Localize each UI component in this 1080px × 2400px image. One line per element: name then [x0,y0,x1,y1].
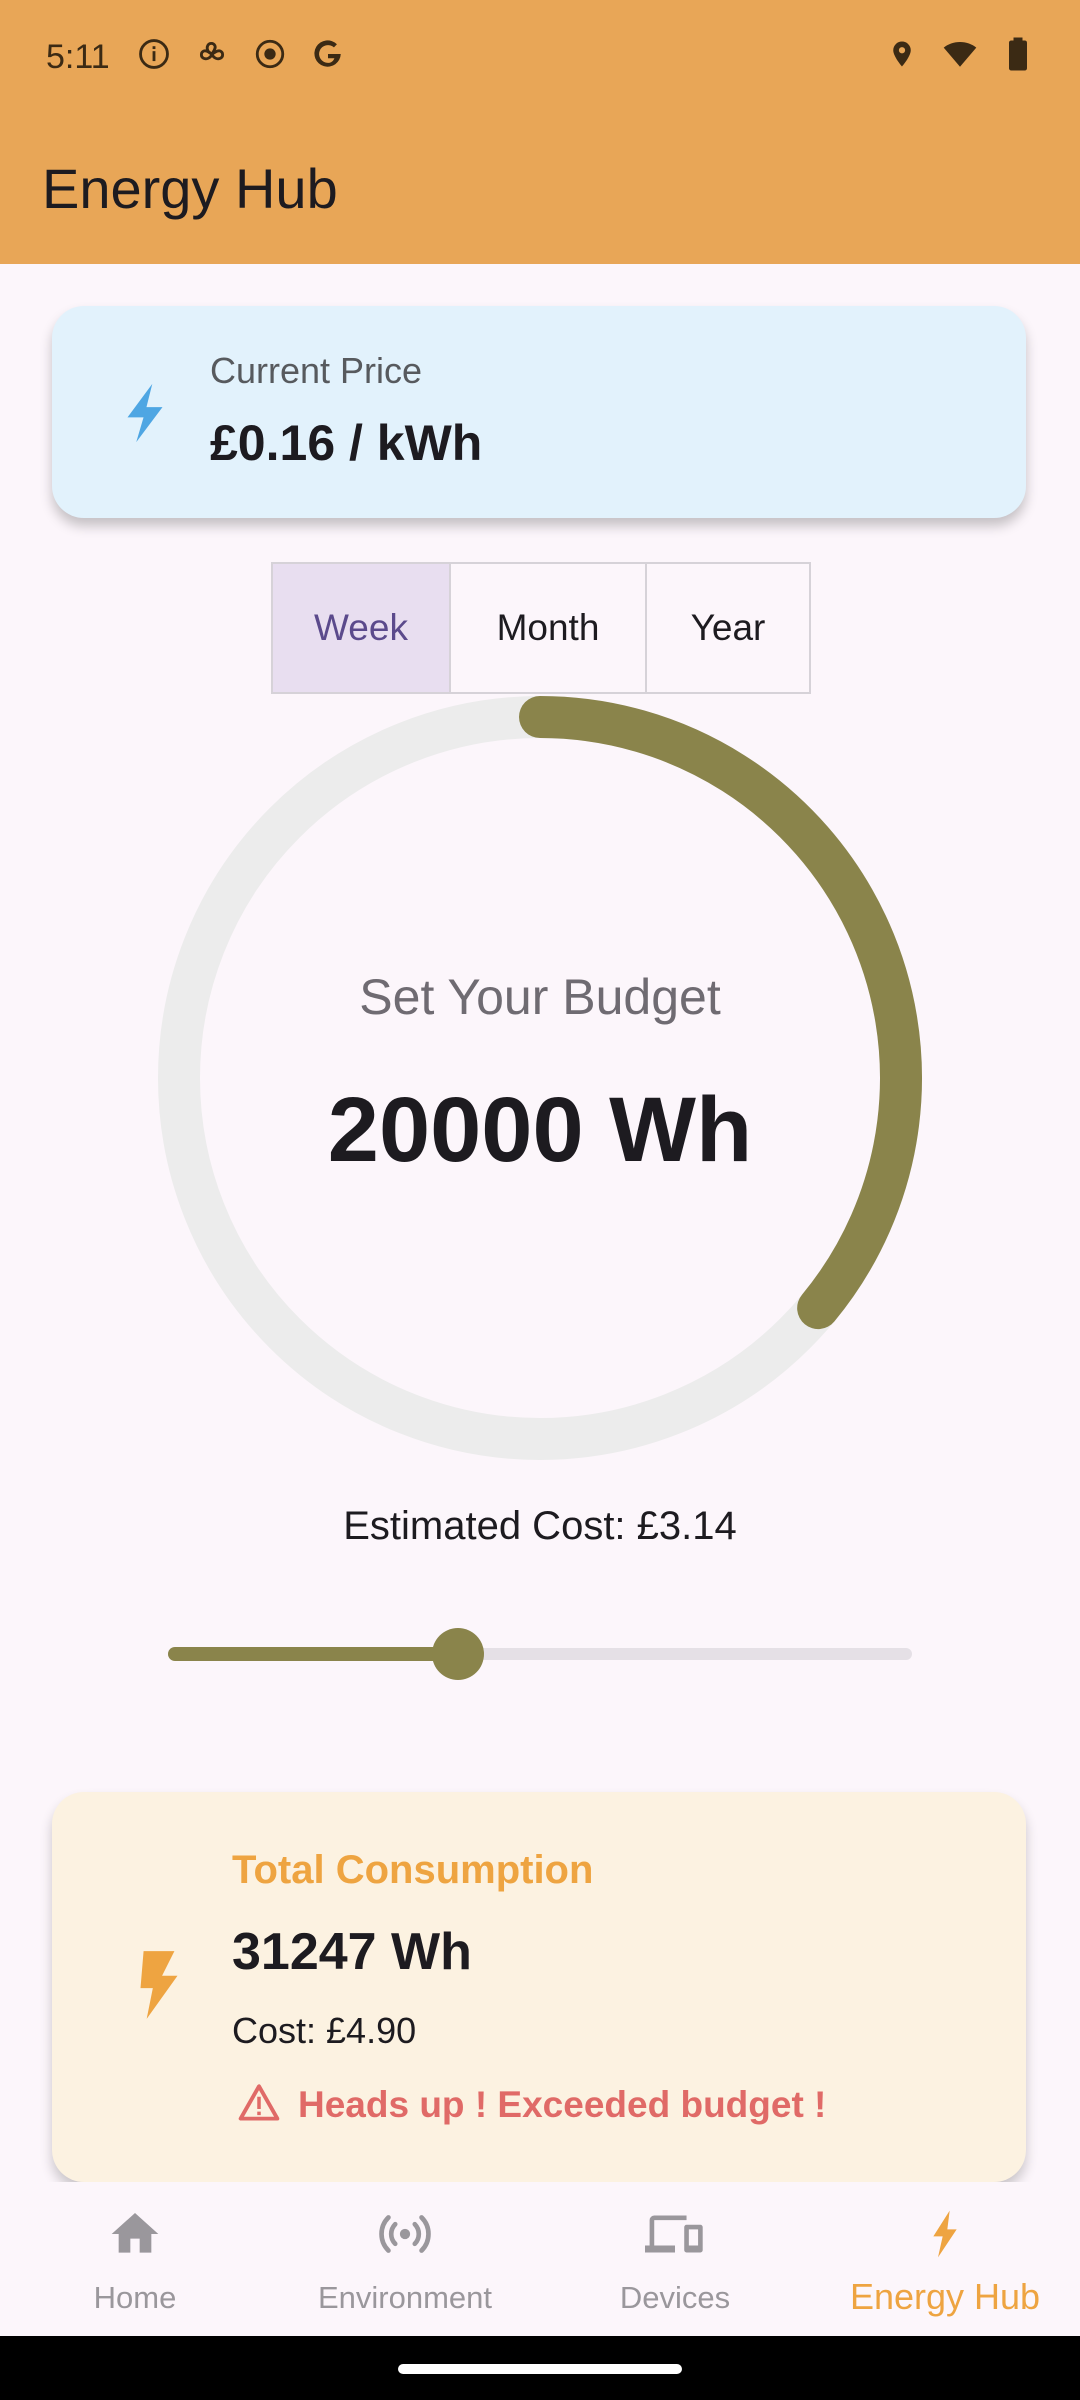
tab-month[interactable]: Month [451,564,647,692]
budget-warning: Heads up ! Exceeded budget ! [238,2082,826,2127]
current-price-card: Current Price £0.16 / kWh [52,306,1026,518]
home-gesture-handle[interactable] [398,2364,682,2374]
info-icon [136,36,172,72]
home-icon [0,2206,270,2262]
nav-environment[interactable]: Environment [270,2182,540,2336]
estimated-cost: Estimated Cost: £3.14 [343,1504,737,1548]
google-icon [310,36,346,72]
nav-energy-hub[interactable]: Energy Hub [810,2182,1080,2336]
slider-active-track [168,1647,459,1661]
sensors-icon [270,2206,540,2262]
bolt-icon [810,2206,1080,2262]
warning-icon [238,2082,280,2127]
record-icon [252,36,288,72]
total-consumption-card: Total Consumption 31247 Wh Cost: £4.90 H… [52,1792,1026,2182]
budget-value: 20000 Wh [327,1079,753,1181]
page-title: Energy Hub [42,157,338,220]
nav-devices-label: Devices [619,2280,731,2315]
bottom-navigation: Home Environment Devices Energy Hub [0,2182,1080,2336]
tab-year[interactable]: Year [647,564,809,692]
fan-icon [194,36,230,72]
gauge-label: Set Your Budget [359,969,721,1025]
tab-week[interactable]: Week [273,564,451,692]
current-price-label: Current Price [210,350,423,391]
wifi-icon [942,36,978,72]
bolt-icon [110,378,180,448]
status-time: 5:11 [46,38,110,76]
bolt-icon [122,1944,196,2026]
slider-thumb[interactable] [432,1628,485,1680]
status-bar: 5:11 [0,0,1080,118]
nav-environment-label: Environment [317,2280,493,2315]
consumption-value: 31247 Wh [232,1923,472,1981]
nav-energy-hub-label: Energy Hub [849,2276,1041,2317]
devices-icon [540,2206,810,2262]
period-selector: Week Month Year [271,562,811,694]
app-bar: Energy Hub [0,118,1080,264]
current-price-value: £0.16 / kWh [210,415,483,471]
nav-devices[interactable]: Devices [540,2182,810,2336]
nav-home-label: Home [93,2280,177,2315]
battery-icon [1000,36,1036,72]
consumption-title: Total Consumption [232,1848,594,1892]
nav-home[interactable]: Home [0,2182,270,2336]
location-icon [884,36,920,72]
consumption-cost: Cost: £4.90 [232,2010,417,2051]
warning-text: Heads up ! Exceeded budget ! [298,2083,827,2125]
budget-slider[interactable] [168,1628,912,1680]
